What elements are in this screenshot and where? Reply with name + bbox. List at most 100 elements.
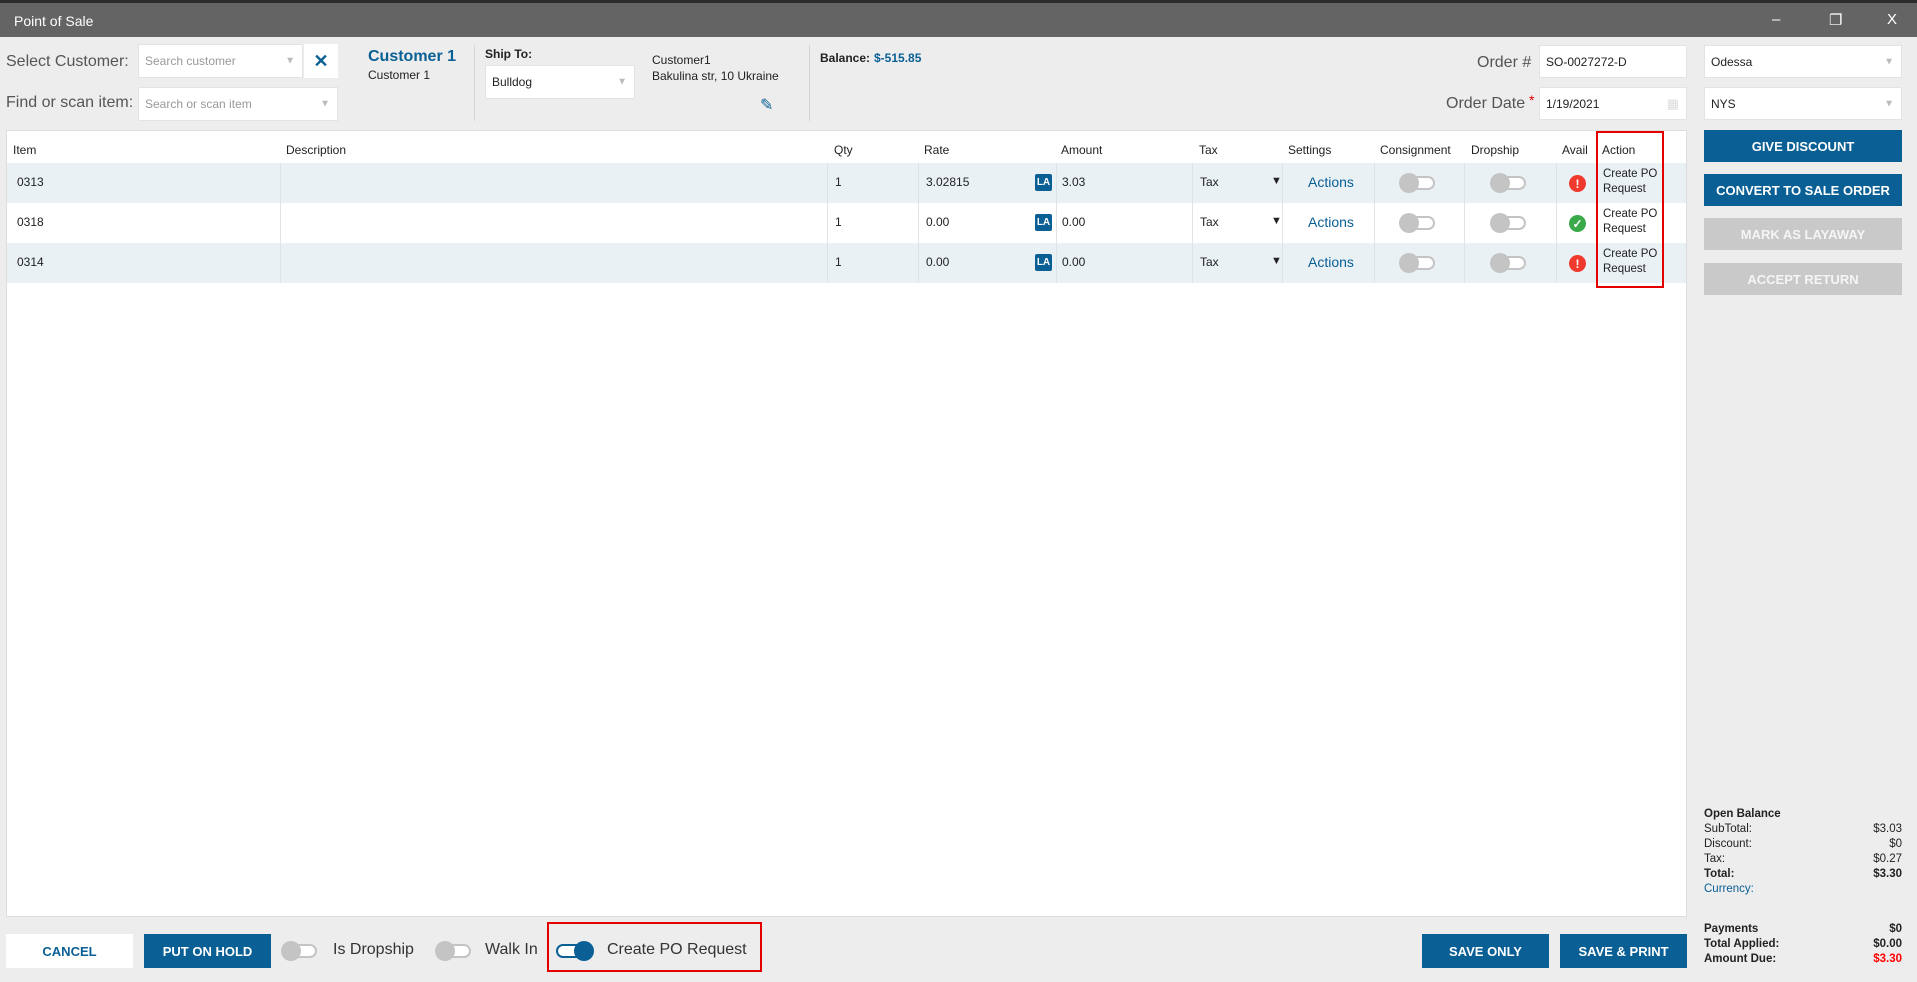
- order-date-label: Order Date: [1446, 95, 1526, 112]
- calendar-icon[interactable]: ▦: [1667, 96, 1679, 112]
- chevron-down-icon: ▼: [617, 76, 627, 88]
- settings-actions-link[interactable]: Actions: [1308, 254, 1354, 270]
- rate-cell[interactable]: 3.02815: [926, 175, 969, 189]
- search-customer-input[interactable]: Search customer ▼: [138, 44, 303, 78]
- cancel-button[interactable]: CANCEL: [6, 934, 133, 968]
- col-avail: Avail: [1562, 143, 1588, 157]
- total-row: Total: $3.30: [1704, 868, 1902, 883]
- order-date-field[interactable]: 1/19/2021 ▦: [1539, 87, 1687, 120]
- consignment-toggle[interactable]: [1399, 213, 1437, 233]
- settings-actions-link[interactable]: Actions: [1308, 214, 1354, 230]
- chevron-down-icon: ▼: [1884, 56, 1894, 67]
- ship-to-label: Ship To:: [485, 47, 533, 61]
- consignment-toggle[interactable]: [1399, 173, 1437, 193]
- walk-in-toggle[interactable]: [435, 941, 473, 961]
- edit-address-pencil-icon[interactable]: ✎: [760, 95, 773, 115]
- create-po-request-label: Create PO Request: [607, 941, 747, 958]
- save-only-button[interactable]: SAVE ONLY: [1422, 934, 1549, 968]
- find-item-input[interactable]: Search or scan item ▼: [138, 87, 338, 121]
- column-divider: [1374, 163, 1375, 203]
- tax-cell[interactable]: Tax: [1200, 175, 1219, 189]
- table-row[interactable]: 0313 1 3.02815 LA 3.03 Tax ▼ Actions ! C…: [7, 163, 1686, 203]
- chevron-down-icon: ▼: [1884, 98, 1894, 109]
- column-divider: [1192, 243, 1193, 283]
- payments-row: Payments $0: [1704, 923, 1902, 938]
- currency-row[interactable]: Currency:: [1704, 883, 1902, 898]
- dropship-toggle[interactable]: [1490, 173, 1528, 193]
- close-icon[interactable]: X: [1887, 11, 1897, 28]
- tax-dropdown-icon[interactable]: ▼: [1271, 175, 1282, 187]
- la-badge[interactable]: LA: [1035, 254, 1052, 271]
- items-table: Item Description Qty Rate Amount Tax Set…: [6, 130, 1687, 917]
- clear-customer-button[interactable]: ✕: [304, 44, 338, 78]
- is-dropship-label: Is Dropship: [333, 941, 414, 958]
- open-balance-label: Open Balance: [1704, 808, 1781, 820]
- settings-actions-link[interactable]: Actions: [1308, 174, 1354, 190]
- total-applied-row: Total Applied: $0.00: [1704, 938, 1902, 953]
- address-line2: Bakulina str, 10 Ukraine: [652, 69, 779, 83]
- balance-value: $-515.85: [874, 51, 922, 65]
- total-label: Total:: [1704, 868, 1735, 880]
- column-divider: [1056, 203, 1057, 243]
- table-row[interactable]: 0318 1 0.00 LA 0.00 Tax ▼ Actions ✓ Crea…: [7, 203, 1686, 243]
- tax-dropdown-icon[interactable]: ▼: [1271, 255, 1282, 267]
- dropship-toggle[interactable]: [1490, 253, 1528, 273]
- tax-region-dropdown[interactable]: NYS ▼: [1704, 87, 1902, 120]
- tax-cell[interactable]: Tax: [1200, 215, 1219, 229]
- mark-as-layaway-button[interactable]: MARK AS LAYAWAY: [1704, 218, 1902, 250]
- tax-cell[interactable]: Tax: [1200, 255, 1219, 269]
- location-dropdown[interactable]: Odessa ▼: [1704, 45, 1902, 78]
- column-divider: [918, 243, 919, 283]
- dropship-toggle[interactable]: [1490, 213, 1528, 233]
- column-divider: [1192, 163, 1193, 203]
- column-divider: [827, 163, 828, 203]
- qty-cell[interactable]: 1: [835, 215, 842, 229]
- ship-to-dropdown[interactable]: Bulldog ▼: [485, 65, 635, 99]
- column-divider: [1464, 243, 1465, 283]
- col-dropship: Dropship: [1471, 143, 1520, 157]
- put-on-hold-button[interactable]: PUT ON HOLD: [144, 934, 271, 968]
- is-dropship-toggle[interactable]: [281, 941, 319, 961]
- tax-label: Tax:: [1704, 853, 1726, 865]
- order-number-field[interactable]: SO-0027272-D: [1539, 45, 1687, 78]
- col-consignment: Consignment: [1380, 143, 1451, 157]
- amount-due-value: $3.30: [1873, 953, 1902, 965]
- column-divider: [1056, 163, 1057, 203]
- save-and-print-button[interactable]: SAVE & PRINT: [1560, 934, 1687, 968]
- consignment-toggle[interactable]: [1399, 253, 1437, 273]
- tax-dropdown-icon[interactable]: ▼: [1271, 215, 1282, 227]
- create-po-request-toggle[interactable]: [556, 941, 594, 961]
- rate-cell[interactable]: 0.00: [926, 255, 949, 269]
- order-number-label: Order #: [1477, 54, 1532, 71]
- amount-due-row: Amount Due: $3.30: [1704, 953, 1902, 968]
- column-divider: [827, 203, 828, 243]
- minimize-icon[interactable]: –: [1772, 11, 1780, 28]
- amount-cell: 3.03: [1062, 175, 1086, 189]
- ship-to-value: Bulldog: [492, 75, 533, 89]
- la-badge[interactable]: LA: [1035, 174, 1052, 191]
- walk-in-label: Walk In: [485, 941, 538, 958]
- required-asterisk: *: [1529, 92, 1535, 108]
- customer-name[interactable]: Customer 1: [368, 48, 456, 66]
- table-row[interactable]: 0314 1 0.00 LA 0.00 Tax ▼ Actions ! Crea…: [7, 243, 1686, 283]
- currency-link[interactable]: Currency:: [1704, 883, 1754, 898]
- rate-cell[interactable]: 0.00: [926, 215, 949, 229]
- la-badge[interactable]: LA: [1035, 214, 1052, 231]
- col-amount: Amount: [1061, 143, 1103, 157]
- column-divider: [1556, 203, 1557, 243]
- restore-icon[interactable]: ❐: [1829, 11, 1842, 29]
- give-discount-button[interactable]: GIVE DISCOUNT: [1704, 130, 1902, 162]
- convert-to-sale-order-button[interactable]: CONVERT TO SALE ORDER: [1704, 174, 1902, 206]
- chevron-down-icon: ▼: [285, 55, 295, 67]
- total-value: $3.30: [1873, 868, 1902, 880]
- payments-value: $0: [1889, 923, 1902, 935]
- qty-cell[interactable]: 1: [835, 175, 842, 189]
- accept-return-button[interactable]: ACCEPT RETURN: [1704, 263, 1902, 295]
- location-value: Odessa: [1711, 54, 1753, 69]
- subtotal-value: $3.03: [1873, 823, 1902, 835]
- tax-region-value: NYS: [1711, 96, 1736, 111]
- column-divider: [280, 203, 281, 243]
- qty-cell[interactable]: 1: [835, 255, 842, 269]
- column-divider: [918, 203, 919, 243]
- col-settings: Settings: [1288, 143, 1332, 157]
